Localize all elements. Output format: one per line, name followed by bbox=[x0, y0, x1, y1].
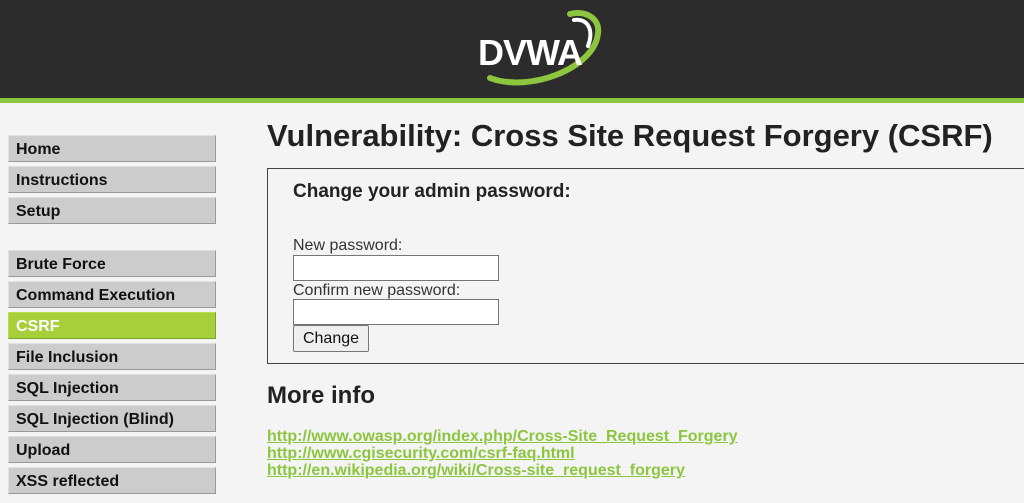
menu-item-setup[interactable]: Setup bbox=[8, 197, 216, 224]
owasp-link[interactable]: http://www.owasp.org/index.php/Cross-Sit… bbox=[267, 428, 738, 445]
menu-item-sql-injection-blind[interactable]: SQL Injection (Blind) bbox=[8, 405, 216, 432]
menu-item-home[interactable]: Home bbox=[8, 135, 216, 162]
menu-item-instructions[interactable]: Instructions bbox=[8, 166, 216, 193]
menu-item-upload[interactable]: Upload bbox=[8, 436, 216, 463]
menu-divider bbox=[8, 228, 216, 250]
menu-group-vulnerabilities: Brute Force Command Execution CSRF File … bbox=[8, 250, 216, 494]
menu-group-general: Home Instructions Setup bbox=[8, 135, 216, 224]
confirm-password-input[interactable] bbox=[293, 299, 499, 325]
confirm-password-label: Confirm new password: bbox=[293, 282, 461, 299]
page-header: DVWA bbox=[0, 0, 1024, 103]
new-password-label: New password: bbox=[293, 237, 403, 254]
form-heading: Change your admin password: bbox=[293, 181, 571, 202]
wikipedia-link[interactable]: http://en.wikipedia.org/wiki/Cross-site_… bbox=[267, 462, 738, 479]
page-title: Vulnerability: Cross Site Request Forger… bbox=[267, 118, 993, 153]
menu-item-command-execution[interactable]: Command Execution bbox=[8, 281, 216, 308]
more-info-title: More info bbox=[267, 382, 375, 409]
menu-item-csrf[interactable]: CSRF bbox=[8, 312, 216, 339]
logo-text: DVWA bbox=[478, 32, 583, 73]
menu-item-brute-force[interactable]: Brute Force bbox=[8, 250, 216, 277]
new-password-input[interactable] bbox=[293, 255, 499, 281]
menu-item-sql-injection[interactable]: SQL Injection bbox=[8, 374, 216, 401]
cgisecurity-link[interactable]: http://www.cgisecurity.com/csrf-faq.html bbox=[267, 445, 738, 462]
csrf-form-box: Change your admin password: New password… bbox=[267, 168, 1024, 364]
more-info-links: http://www.owasp.org/index.php/Cross-Sit… bbox=[267, 428, 738, 479]
sidebar-menu: Home Instructions Setup Brute Force Comm… bbox=[8, 135, 216, 498]
dvwa-logo[interactable]: DVWA bbox=[470, 8, 610, 88]
change-button[interactable]: Change bbox=[293, 325, 369, 352]
main-content: Vulnerability: Cross Site Request Forger… bbox=[267, 118, 1024, 479]
menu-item-file-inclusion[interactable]: File Inclusion bbox=[8, 343, 216, 370]
menu-item-xss-reflected[interactable]: XSS reflected bbox=[8, 467, 216, 494]
